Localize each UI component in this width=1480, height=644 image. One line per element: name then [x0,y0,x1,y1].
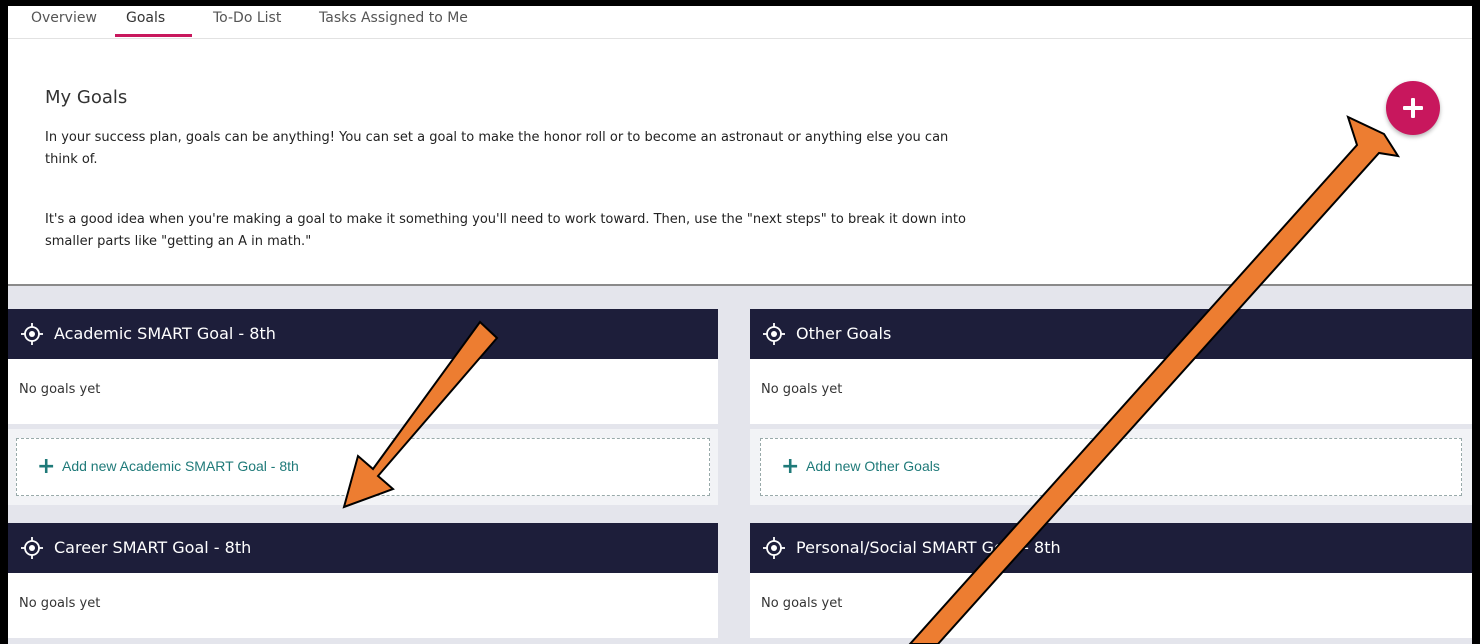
annotation-arrow-left [342,320,499,509]
annotation-overlay [342,115,1401,644]
annotation-arrow-right [908,115,1401,644]
